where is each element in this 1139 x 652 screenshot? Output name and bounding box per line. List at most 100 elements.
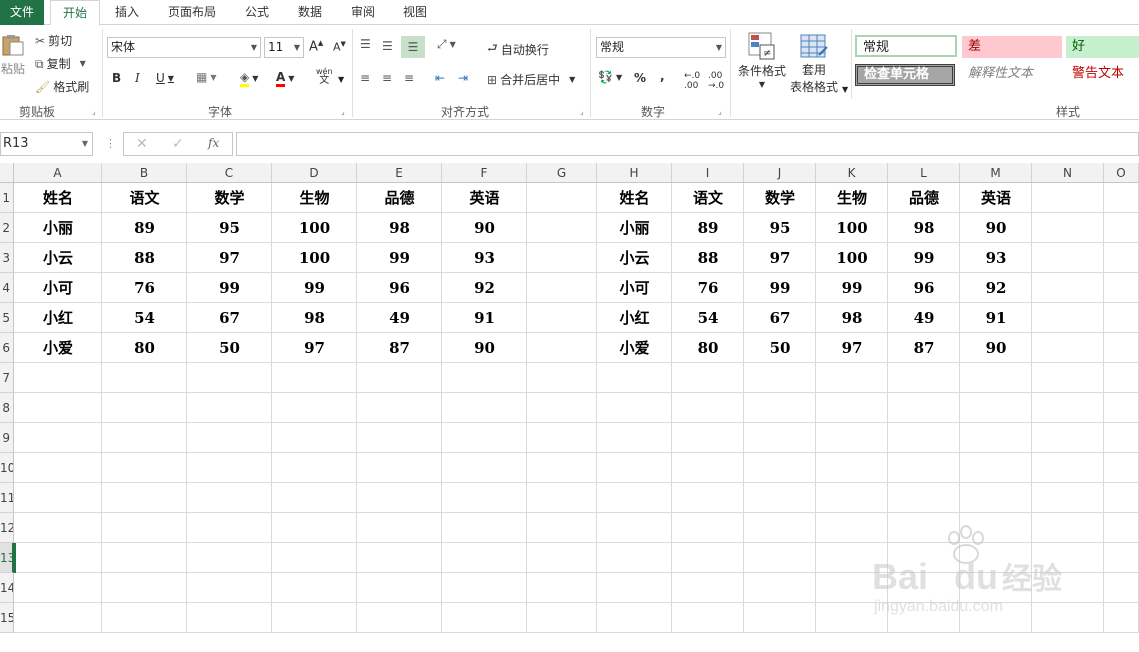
column-header[interactable]: N <box>1032 163 1104 183</box>
align-bottom-button[interactable]: ☰ <box>401 36 425 58</box>
style-bad[interactable]: 差 <box>962 36 1062 58</box>
row-header[interactable]: 11 <box>0 483 14 513</box>
data-cell[interactable]: 小可 <box>14 273 102 303</box>
data-cell[interactable]: 91 <box>442 303 527 333</box>
data-cell[interactable]: 90 <box>442 333 527 363</box>
data-cell[interactable]: 小红 <box>14 303 102 333</box>
row-header[interactable]: 2 <box>0 213 14 243</box>
style-check-cell[interactable]: 检查单元格 <box>855 64 955 86</box>
data-cell[interactable]: 100 <box>272 243 357 273</box>
grow-font-button[interactable]: A▲ <box>309 39 323 54</box>
row-header[interactable]: 10 <box>0 453 14 483</box>
style-warning[interactable]: 警告文本 <box>1066 63 1139 85</box>
conditional-formatting-button[interactable]: ≠ 条件格式 ▼ <box>738 31 786 89</box>
data-cell[interactable]: 49 <box>357 303 442 333</box>
header-cell[interactable]: 数学 <box>744 183 816 213</box>
header-cell[interactable]: 品德 <box>888 183 960 213</box>
header-cell[interactable]: 语文 <box>672 183 744 213</box>
data-cell[interactable]: 54 <box>672 303 744 333</box>
data-cell[interactable]: 99 <box>357 243 442 273</box>
underline-button[interactable]: U ▼ <box>156 71 174 85</box>
style-explanatory[interactable]: 解释性文本 <box>962 63 1062 85</box>
column-header[interactable]: I <box>672 163 744 183</box>
decrease-decimal-button[interactable]: .00 →.0 <box>708 71 724 91</box>
comma-button[interactable]: , <box>660 69 665 83</box>
data-cell[interactable]: 99 <box>816 273 888 303</box>
align-right-button[interactable]: ≡ <box>404 71 414 85</box>
data-cell[interactable]: 80 <box>102 333 187 363</box>
dialog-launcher-icon[interactable]: ⌟ <box>580 107 584 116</box>
tab-home[interactable]: 开始 <box>50 0 100 26</box>
font-color-button[interactable]: A ▼ <box>276 70 294 87</box>
data-cell[interactable]: 小可 <box>597 273 672 303</box>
row-header[interactable]: 6 <box>0 333 14 363</box>
format-as-table-button[interactable]: 套用 表格格式 <box>790 31 838 95</box>
tab-page-layout[interactable]: 页面布局 <box>164 0 220 25</box>
format-painter-button[interactable]: 🖌 格式刷 <box>35 78 89 95</box>
row-header[interactable]: 8 <box>0 393 14 423</box>
data-cell[interactable]: 50 <box>744 333 816 363</box>
more-options-icon[interactable]: ⋮ <box>105 137 116 150</box>
row-header[interactable]: 15 <box>0 603 14 633</box>
data-cell[interactable]: 小丽 <box>597 213 672 243</box>
data-cell[interactable]: 98 <box>272 303 357 333</box>
data-cell[interactable]: 90 <box>960 213 1032 243</box>
data-cell[interactable]: 97 <box>744 243 816 273</box>
column-header[interactable]: L <box>888 163 960 183</box>
data-cell[interactable]: 96 <box>357 273 442 303</box>
data-cell[interactable]: 100 <box>816 213 888 243</box>
data-cell[interactable]: 98 <box>357 213 442 243</box>
dialog-launcher-icon[interactable]: ⌟ <box>92 107 96 116</box>
data-cell[interactable]: 99 <box>187 273 272 303</box>
data-cell[interactable]: 100 <box>816 243 888 273</box>
data-cell[interactable]: 76 <box>102 273 187 303</box>
data-cell[interactable]: 87 <box>357 333 442 363</box>
wrap-text-button[interactable]: ⮐ 自动换行 <box>487 39 549 60</box>
tab-data[interactable]: 数据 <box>295 0 325 25</box>
data-cell[interactable]: 100 <box>272 213 357 243</box>
data-cell[interactable]: 67 <box>187 303 272 333</box>
row-header[interactable]: 12 <box>0 513 14 543</box>
increase-indent-button[interactable]: ⇥ <box>458 71 468 85</box>
style-normal[interactable]: 常规 <box>855 35 957 57</box>
borders-button[interactable]: ▦ ▼ <box>196 70 217 84</box>
data-cell[interactable]: 92 <box>442 273 527 303</box>
header-cell[interactable]: 生物 <box>272 183 357 213</box>
header-cell[interactable]: 英语 <box>960 183 1032 213</box>
column-header[interactable]: J <box>744 163 816 183</box>
data-cell[interactable]: 90 <box>442 213 527 243</box>
data-cell[interactable]: 小丽 <box>14 213 102 243</box>
header-cell[interactable]: 姓名 <box>597 183 672 213</box>
header-cell[interactable]: 语文 <box>102 183 187 213</box>
row-header[interactable]: 3 <box>0 243 14 273</box>
column-header[interactable]: A <box>14 163 102 183</box>
data-cell[interactable]: 96 <box>888 273 960 303</box>
decrease-indent-button[interactable]: ⇤ <box>435 71 445 85</box>
header-cell[interactable]: 姓名 <box>14 183 102 213</box>
data-cell[interactable]: 95 <box>187 213 272 243</box>
data-cell[interactable]: 97 <box>187 243 272 273</box>
row-header[interactable]: 5 <box>0 303 14 333</box>
copy-button[interactable]: ⧉ 复制 ▼ <box>35 55 86 72</box>
merge-center-button[interactable]: ⊞ 合并后居中 ▼ <box>487 71 575 88</box>
data-cell[interactable]: 67 <box>744 303 816 333</box>
dialog-launcher-icon[interactable]: ⌟ <box>341 107 345 116</box>
dialog-launcher-icon[interactable]: ⌟ <box>718 107 722 116</box>
data-cell[interactable]: 88 <box>672 243 744 273</box>
align-center-button[interactable]: ≡ <box>382 71 392 85</box>
data-cell[interactable]: 98 <box>816 303 888 333</box>
style-good[interactable]: 好 <box>1066 36 1139 58</box>
data-cell[interactable]: 99 <box>888 243 960 273</box>
data-cell[interactable]: 99 <box>272 273 357 303</box>
column-header[interactable]: B <box>102 163 187 183</box>
data-cell[interactable]: 88 <box>102 243 187 273</box>
name-box[interactable]: R13 ▼ <box>0 132 93 156</box>
align-top-button[interactable]: ☰ <box>360 37 371 51</box>
data-cell[interactable]: 89 <box>672 213 744 243</box>
data-cell[interactable]: 92 <box>960 273 1032 303</box>
data-cell[interactable]: 87 <box>888 333 960 363</box>
row-header[interactable]: 14 <box>0 573 14 603</box>
tab-view[interactable]: 视图 <box>400 0 430 25</box>
paste-button[interactable]: 粘贴 <box>0 33 26 77</box>
data-cell[interactable]: 49 <box>888 303 960 333</box>
